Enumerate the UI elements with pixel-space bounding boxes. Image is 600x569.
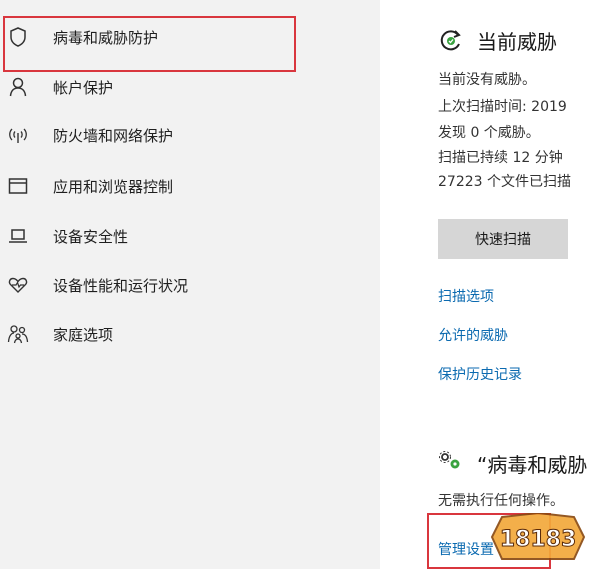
gears-icon <box>438 450 464 472</box>
sidebar-item-label: 家庭选项 <box>53 325 114 344</box>
sidebar-item-firewall[interactable]: 防火墙和网络保护 <box>0 115 370 155</box>
protection-history-link[interactable]: 保护历史记录 <box>438 364 522 384</box>
threats-title: 当前威胁 <box>477 30 557 54</box>
settings-status-line: 无需执行任何操作。 <box>438 493 564 509</box>
files-scanned-line: 27223 个文件已扫描 <box>438 174 571 190</box>
scan-refresh-icon <box>438 27 464 53</box>
svg-text:18183: 18183 <box>500 527 577 552</box>
sidebar-item-app-browser-control[interactable]: 应用和浏览器控制 <box>0 166 370 206</box>
sidebar-item-label: 帐户保护 <box>53 78 114 97</box>
sidebar-item-device-performance[interactable]: 设备性能和运行状况 <box>0 265 370 305</box>
sidebar-item-label: 防火墙和网络保护 <box>53 126 174 145</box>
watermark-logo: 18183 <box>488 511 588 563</box>
threats-found-line: 发现 0 个威胁。 <box>438 125 540 141</box>
main-content: 当前威胁 当前没有威胁。 上次扫描时间: 2019 发现 0 个威胁。 扫描已持… <box>380 0 600 569</box>
wireless-icon <box>7 124 29 146</box>
threat-status-line: 当前没有威胁。 <box>438 72 536 88</box>
settings-title: “病毒和威胁 <box>477 453 588 477</box>
sidebar-item-family-options[interactable]: 家庭选项 <box>0 314 370 354</box>
last-scan-line: 上次扫描时间: 2019 <box>438 99 567 115</box>
sidebar-item-device-security[interactable]: 设备安全性 <box>0 216 370 256</box>
quick-scan-button[interactable]: 快速扫描 <box>438 219 568 259</box>
highlight-frame <box>3 16 296 72</box>
heart-icon <box>7 274 29 296</box>
laptop-icon <box>7 225 29 247</box>
app-window-icon <box>7 175 29 197</box>
sidebar-item-account-protection[interactable]: 帐户保护 <box>0 67 370 107</box>
sidebar-item-label: 应用和浏览器控制 <box>53 177 174 196</box>
scan-duration-line: 扫描已持续 12 分钟 <box>438 150 563 166</box>
person-icon <box>7 76 29 98</box>
sidebar: 病毒和威胁防护 帐户保护 防火墙和网络保护 应用和浏览器控制 设备安全性 设备性… <box>0 0 380 569</box>
scan-options-link[interactable]: 扫描选项 <box>438 286 494 306</box>
sidebar-item-label: 设备安全性 <box>53 227 129 246</box>
family-icon <box>7 323 29 345</box>
allowed-threats-link[interactable]: 允许的威胁 <box>438 325 508 345</box>
sidebar-item-label: 设备性能和运行状况 <box>53 276 189 295</box>
